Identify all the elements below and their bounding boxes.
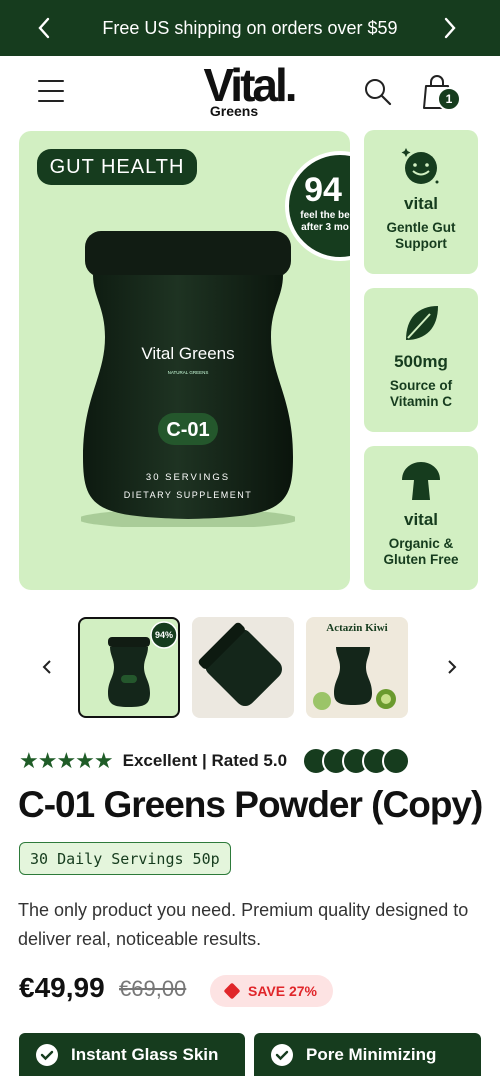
feature-subtext: Gentle Gut Support — [386, 220, 456, 251]
servings-badge: 30 Daily Servings 50p — [19, 842, 231, 875]
jar-code: C-01 — [166, 419, 209, 441]
feature-card-gut: vital Gentle Gut Support — [364, 130, 478, 274]
smiley-icon — [401, 148, 439, 184]
thumbnail-tilted-jar-image — [198, 622, 282, 706]
cart-count-badge: 1 — [437, 87, 461, 111]
avatar — [382, 747, 410, 775]
tag-icon — [223, 982, 241, 1000]
announcement-bar: Free US shipping on orders over $59 — [0, 0, 500, 56]
announcement-next-button[interactable] — [430, 0, 470, 56]
feature-card-organic: vital Organic & Gluten Free — [364, 446, 478, 590]
rating-text: Excellent | Rated 5.0 — [122, 751, 288, 770]
thumbnail-3[interactable]: Actazin Kiwi — [306, 617, 408, 718]
logo[interactable]: Vital. Greens — [188, 62, 310, 124]
announcement-prev-button[interactable] — [24, 0, 64, 56]
feature-subtext: Source of Vitamin C — [389, 378, 453, 409]
sale-price: €49,99 — [19, 972, 105, 1003]
thumbnail-jar-image: 94% — [108, 621, 178, 707]
leaf-icon — [406, 306, 438, 340]
feature-subtext: Organic & Gluten Free — [383, 536, 459, 567]
product-jar-image: Vital Greens NATURAL GREENS C-01 30 SERV… — [81, 231, 295, 527]
chevron-left-icon — [42, 660, 51, 674]
announcement-text: Free US shipping on orders over $59 — [102, 17, 398, 38]
feature-heading: vital — [403, 510, 439, 529]
jar-brand: Vital Greens — [141, 344, 234, 363]
hero-product-image[interactable]: GUT HEALTH 94 feel the be after 3 mo Vit… — [19, 131, 350, 590]
menu-icon[interactable] — [38, 80, 64, 102]
benefit-pill-pore: Pore Minimizing — [254, 1033, 481, 1076]
benefit-pill-glass-skin: Instant Glass Skin — [19, 1033, 245, 1076]
benefit-label: Instant Glass Skin — [71, 1044, 219, 1064]
benefit-label: Pore Minimizing — [306, 1044, 437, 1064]
category-badge: GUT HEALTH — [37, 149, 197, 185]
feature-heading: 500mg — [394, 352, 448, 371]
jar-supplement: DIETARY SUPPLEMENT — [124, 490, 253, 500]
feature-heading: vital — [403, 194, 439, 213]
chevron-right-icon — [444, 17, 456, 39]
save-badge: SAVE 27% — [210, 975, 333, 1007]
percent-badge-number: 94 — [304, 171, 342, 209]
feature-card-vitamin: 500mg Source of Vitamin C — [364, 288, 478, 432]
check-badge-icon — [271, 1043, 293, 1066]
thumbnail-2[interactable] — [192, 617, 294, 718]
chevron-right-icon — [448, 660, 457, 674]
percent-badge-line1: feel the be — [300, 210, 350, 221]
check-badge-icon — [36, 1043, 58, 1066]
thumbnail-caption: Actazin Kiwi — [326, 622, 387, 634]
product-title: C-01 Greens Powder (Copy) — [18, 784, 483, 825]
thumbnail-badge: 94% — [155, 630, 173, 640]
thumbnail-carousel: 94% Actazin Kiwi — [0, 615, 500, 721]
site-header: Vital. Greens — [0, 56, 500, 130]
reviewer-avatars — [302, 747, 412, 777]
chevron-left-icon — [38, 17, 50, 39]
compare-price: €69,00 — [119, 976, 187, 1001]
logo-main: Vital. — [203, 59, 297, 111]
product-description: The only product you need. Premium quali… — [18, 900, 469, 949]
search-icon[interactable] — [364, 78, 392, 106]
jar-servings: 30 SERVINGS — [146, 472, 230, 483]
thumbnail-prev-button[interactable] — [35, 655, 59, 679]
jar-subbrand: NATURAL GREENS — [168, 370, 209, 375]
thumbnail-1[interactable]: 94% — [78, 617, 180, 718]
star-rating: ★★★★★ — [19, 748, 114, 773]
mushroom-icon — [402, 462, 440, 500]
thumbnail-kiwi-image: Actazin Kiwi — [313, 622, 396, 710]
save-label: SAVE 27% — [248, 983, 317, 999]
thumbnail-next-button[interactable] — [440, 655, 464, 679]
